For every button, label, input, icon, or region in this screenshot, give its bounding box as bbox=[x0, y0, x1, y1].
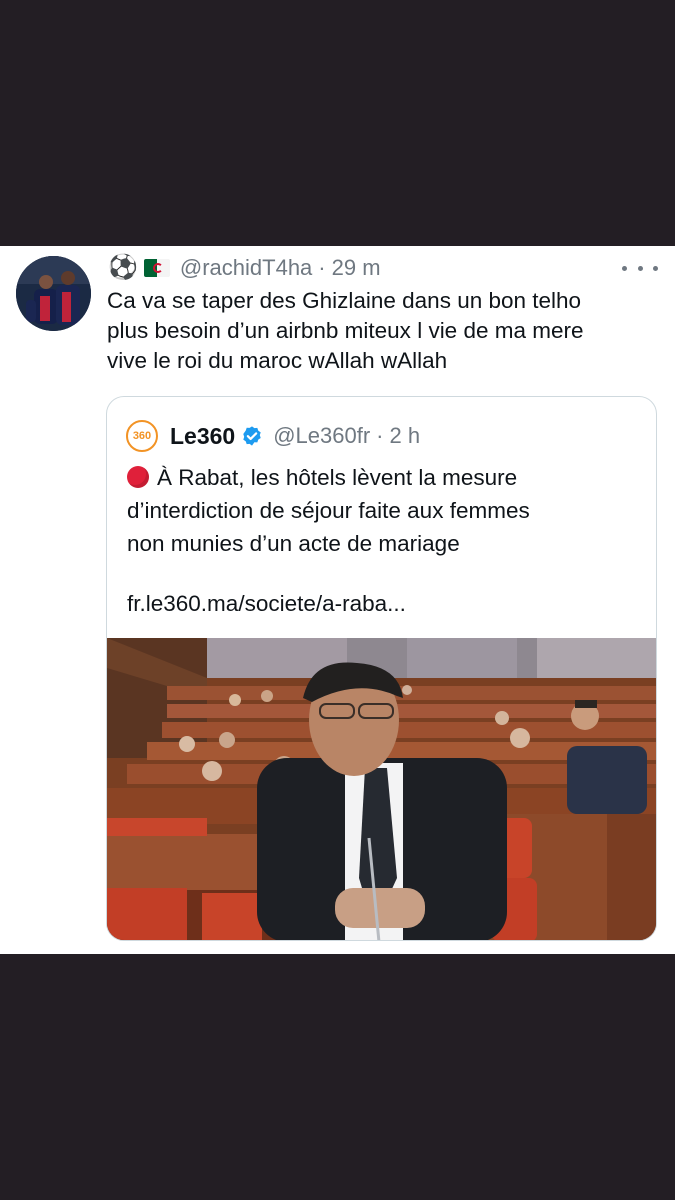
quoted-text: À Rabat, les hôtels lèvent la mesure d’i… bbox=[127, 461, 647, 560]
quoted-author-name[interactable]: Le360 bbox=[170, 423, 235, 450]
quoted-link[interactable]: fr.le360.ma/societe/a-raba... bbox=[127, 591, 406, 617]
tweet-text-line: Ca va se taper des Ghizlaine dans un bon… bbox=[107, 288, 582, 313]
quoted-handle[interactable]: @Le360fr bbox=[273, 423, 370, 449]
algeria-flag-icon bbox=[143, 259, 170, 277]
tweet-handle[interactable]: @rachidT4ha bbox=[180, 255, 312, 281]
more-options-icon[interactable] bbox=[622, 258, 658, 278]
verified-badge-icon bbox=[243, 426, 261, 446]
avatar-image bbox=[16, 256, 91, 331]
avatar[interactable] bbox=[16, 256, 91, 331]
quoted-tweet-header: 360 Le360 @Le360fr · 2 h bbox=[126, 419, 420, 453]
quoted-text-line: À Rabat, les hôtels lèvent la mesure bbox=[127, 461, 647, 494]
quoted-text-line: d’interdiction de séjour faite aux femme… bbox=[127, 498, 530, 523]
quoted-text-line: non munies d’un acte de mariage bbox=[127, 531, 460, 556]
quoted-tweet[interactable]: 360 Le360 @Le360fr · 2 h À Rabat, les hô… bbox=[106, 396, 657, 941]
tweet-text: Ca va se taper des Ghizlaine dans un bon… bbox=[107, 286, 667, 376]
tweet-header: ⚽ @rachidT4ha · 29 m bbox=[108, 253, 381, 283]
le360-logo[interactable]: 360 bbox=[126, 420, 158, 452]
quoted-text-line-content: À Rabat, les hôtels lèvent la mesure bbox=[157, 465, 518, 490]
tweet-text-line: plus besoin d’un airbnb miteux l vie de … bbox=[107, 318, 584, 343]
tweet-text-line: vive le roi du maroc wAllah wAllah bbox=[107, 348, 448, 373]
tweet-time[interactable]: 29 m bbox=[332, 255, 381, 281]
quoted-separator: · bbox=[376, 423, 384, 448]
parliament-photo[interactable] bbox=[107, 638, 657, 941]
red-circle-icon bbox=[127, 466, 149, 488]
quoted-time[interactable]: 2 h bbox=[390, 423, 421, 449]
soccer-ball-icon: ⚽ bbox=[108, 254, 138, 281]
tweet-separator: · bbox=[318, 255, 326, 280]
